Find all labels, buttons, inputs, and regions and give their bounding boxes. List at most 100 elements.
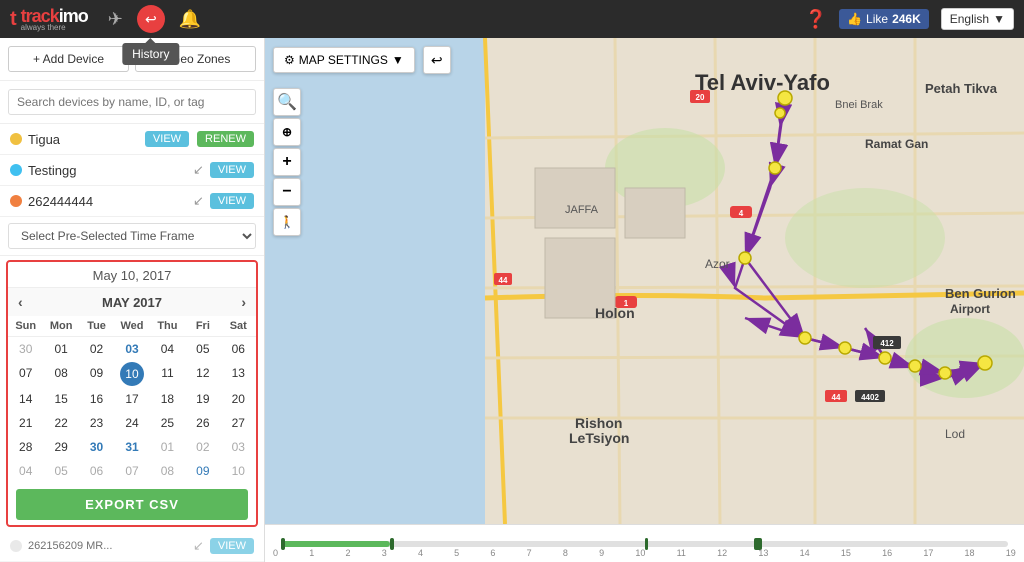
share-icon-testingg[interactable]: ↙ — [193, 162, 204, 178]
cal-day-may14[interactable]: 14 — [8, 387, 43, 411]
cal-day-jun08[interactable]: 08 — [150, 459, 185, 483]
view-btn-262444444[interactable]: VIEW — [210, 193, 254, 209]
calendar-next-btn[interactable]: › — [241, 294, 246, 310]
svg-text:LeTsiyon: LeTsiyon — [569, 430, 629, 446]
cal-day-jun07[interactable]: 07 — [114, 459, 149, 483]
map-search-button[interactable]: 🔍 — [273, 88, 301, 116]
search-box — [0, 81, 264, 124]
cal-day-may15[interactable]: 15 — [43, 387, 78, 411]
alerts-nav-icon[interactable]: 🔔 — [179, 9, 201, 30]
map-zoom-out-button[interactable]: − — [273, 178, 301, 206]
cal-day-jun01[interactable]: 01 — [150, 435, 185, 459]
cal-day-may28[interactable]: 28 — [8, 435, 43, 459]
map-layers-button[interactable]: ⊕ — [273, 118, 301, 146]
cal-day-jun09[interactable]: 09 — [185, 459, 220, 483]
cal-day-jun04[interactable]: 04 — [8, 459, 43, 483]
share-icon-262444444[interactable]: ↙ — [193, 193, 204, 209]
cal-day-may02[interactable]: 02 — [79, 337, 114, 361]
timeline-num-1: 1 — [309, 548, 314, 558]
cal-day-may01[interactable]: 01 — [43, 337, 78, 361]
add-device-button[interactable]: + Add Device — [8, 46, 129, 72]
map-background[interactable]: 1 4 — [265, 38, 1024, 562]
cal-day-may25[interactable]: 25 — [150, 411, 185, 435]
logo-icon: t — [10, 8, 17, 31]
back-arrow-icon: ↩ — [431, 52, 443, 69]
cal-day-may11[interactable]: 11 — [150, 361, 185, 387]
cal-day-may12[interactable]: 12 — [185, 361, 220, 387]
cal-day-jun03[interactable]: 03 — [221, 435, 256, 459]
timeline-num-8: 8 — [563, 548, 568, 558]
timeline-fill — [281, 541, 390, 547]
svg-text:44: 44 — [499, 276, 508, 285]
cal-day-may31[interactable]: 31 — [114, 435, 149, 459]
timeline-num-17: 17 — [923, 548, 933, 558]
sidebar: + Add Device + Geo Zones Tigua VIEW RENE… — [0, 38, 265, 562]
view-btn-testingg[interactable]: VIEW — [210, 162, 254, 178]
timeline-num-9: 9 — [599, 548, 604, 558]
fb-thumb-icon: 👍 — [847, 12, 862, 26]
cal-day-may06[interactable]: 06 — [221, 337, 256, 361]
calendar-prev-btn[interactable]: ‹ — [18, 294, 23, 310]
svg-text:Petah Tikva: Petah Tikva — [925, 81, 998, 96]
cal-day-may19[interactable]: 19 — [185, 387, 220, 411]
lang-label: English — [950, 12, 989, 26]
svg-text:Tel Aviv-Yafo: Tel Aviv-Yafo — [695, 70, 830, 95]
cal-day-jun06[interactable]: 06 — [79, 459, 114, 483]
timeline-num-3: 3 — [382, 548, 387, 558]
history-nav-btn[interactable]: ↩ History — [137, 5, 165, 33]
view-btn-bottom[interactable]: VIEW — [210, 538, 254, 554]
cal-day-may21[interactable]: 21 — [8, 411, 43, 435]
renew-btn-tigua[interactable]: RENEW — [197, 131, 254, 147]
map-svg: 1 4 — [265, 38, 1024, 524]
cal-day-may03[interactable]: 03 — [114, 337, 149, 361]
view-btn-tigua[interactable]: VIEW — [145, 131, 189, 147]
cal-day-may07[interactable]: 07 — [8, 361, 43, 387]
cal-day-may22[interactable]: 22 — [43, 411, 78, 435]
cal-day-may29[interactable]: 29 — [43, 435, 78, 459]
calendar-month-year: MAY 2017 — [102, 295, 162, 310]
help-button[interactable]: ❓ — [805, 9, 827, 30]
main-layout: + Add Device + Geo Zones Tigua VIEW RENE… — [0, 38, 1024, 562]
map-zoom-in-button[interactable]: + — [273, 148, 301, 176]
timeline-track[interactable] — [281, 541, 1008, 547]
timeframe-dropdown[interactable]: Select Pre-Selected Time Frame Today Yes… — [8, 223, 256, 249]
lang-dropdown-icon: ▼ — [993, 12, 1005, 26]
cal-day-may20[interactable]: 20 — [221, 387, 256, 411]
timeline-num-2: 2 — [345, 548, 350, 558]
cal-day-may08[interactable]: 08 — [43, 361, 78, 387]
cal-day-may17[interactable]: 17 — [114, 387, 149, 411]
cal-day-may05[interactable]: 05 — [185, 337, 220, 361]
timeline-num-13: 13 — [758, 548, 768, 558]
cal-day-jun05[interactable]: 05 — [43, 459, 78, 483]
search-input[interactable] — [8, 89, 256, 115]
svg-text:Ramat Gan: Ramat Gan — [865, 137, 928, 151]
cal-day-may23[interactable]: 23 — [79, 411, 114, 435]
nav-icons: ✈ ↩ History 🔔 — [108, 5, 202, 33]
cal-day-may27[interactable]: 27 — [221, 411, 256, 435]
svg-text:Airport: Airport — [950, 302, 990, 316]
share-icon-bottom[interactable]: ↙ — [193, 538, 204, 554]
cal-day-may13[interactable]: 13 — [221, 361, 256, 387]
cal-day-may26[interactable]: 26 — [185, 411, 220, 435]
map-settings-button[interactable]: ⚙ MAP SETTINGS ▼ — [273, 47, 415, 73]
facebook-like-button[interactable]: 👍 Like 246K — [839, 9, 929, 29]
map-nav-icon[interactable]: ✈ — [108, 9, 123, 30]
cal-day-jun02[interactable]: 02 — [185, 435, 220, 459]
map-back-button[interactable]: ↩ — [423, 46, 451, 74]
device-item-tigua: Tigua VIEW RENEW — [0, 124, 264, 155]
language-selector[interactable]: English ▼ — [941, 8, 1014, 30]
cal-day-may24[interactable]: 24 — [114, 411, 149, 435]
cal-day-may10-today[interactable]: 10 — [120, 362, 144, 386]
export-csv-button[interactable]: EXPORT CSV — [16, 489, 248, 520]
cal-day-may04[interactable]: 04 — [150, 337, 185, 361]
timeline-num-15: 15 — [841, 548, 851, 558]
cal-day-apr30[interactable]: 30 — [8, 337, 43, 361]
cal-day-jun10[interactable]: 10 — [221, 459, 256, 483]
device-item-262444444: 262444444 ↙ VIEW — [0, 186, 264, 217]
cal-day-may16[interactable]: 16 — [79, 387, 114, 411]
cal-day-may09[interactable]: 09 — [79, 361, 114, 387]
logo: t trackimo always there — [10, 6, 88, 32]
map-person-button[interactable]: 🚶 — [273, 208, 301, 236]
cal-day-may18[interactable]: 18 — [150, 387, 185, 411]
cal-day-may30[interactable]: 30 — [79, 435, 114, 459]
